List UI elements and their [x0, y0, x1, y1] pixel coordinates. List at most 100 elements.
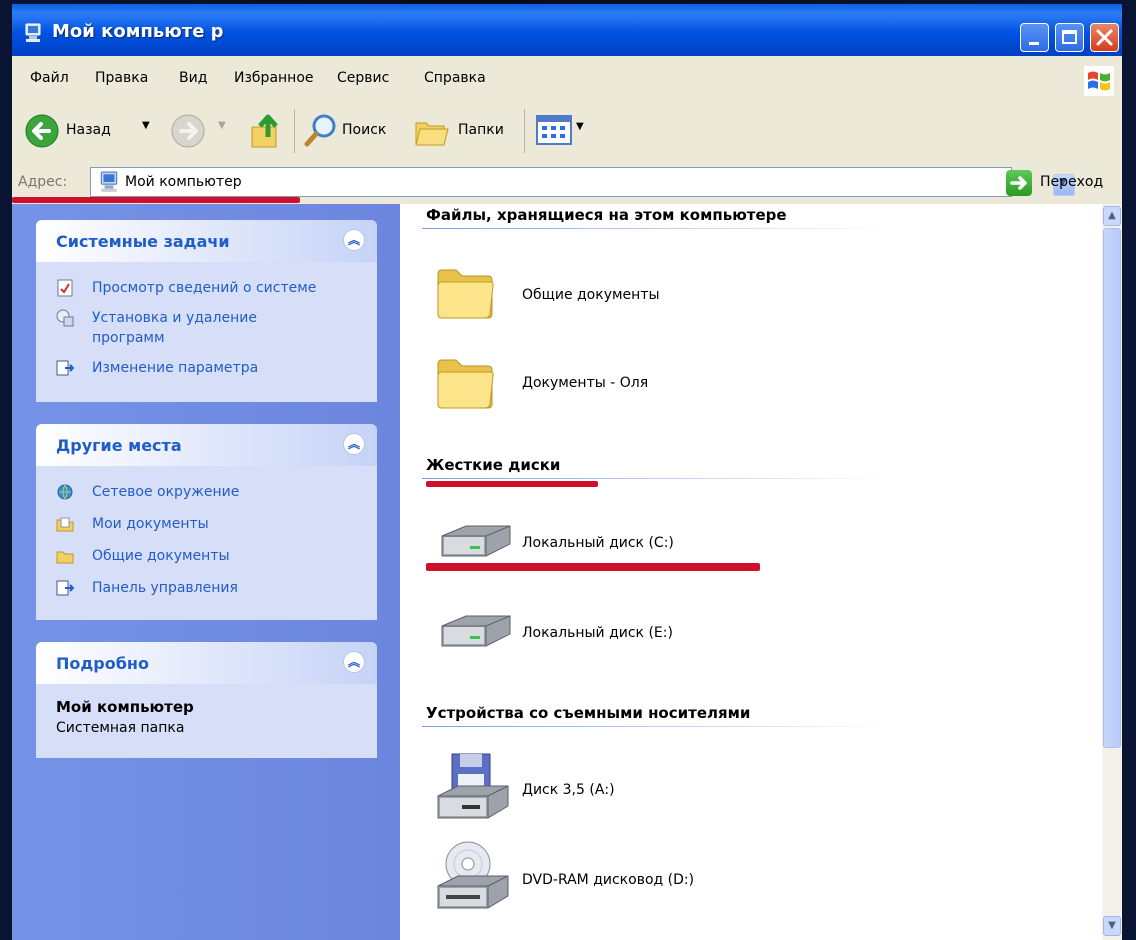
control-panel-icon: [56, 580, 74, 596]
collapse-chevron-icon[interactable]: ︽: [343, 651, 365, 673]
computer-icon: [100, 171, 118, 192]
panel-header[interactable]: Другие места ︽: [36, 424, 377, 466]
group-highlight-underline: [426, 481, 598, 487]
task-pane: Системные задачи ︽ Просмотр сведений о с…: [12, 204, 400, 940]
place-label: Общие документы: [92, 548, 230, 564]
group-divider: [422, 228, 892, 229]
menu-view[interactable]: Вид: [179, 70, 207, 86]
menu-file[interactable]: Файл: [30, 70, 69, 86]
item-label: Общие документы: [522, 287, 660, 303]
windows-logo-icon: [1084, 66, 1114, 96]
place-label: Мои документы: [92, 516, 209, 532]
close-button[interactable]: [1090, 23, 1119, 52]
details-name: Мой компьютер: [56, 698, 194, 716]
collapse-chevron-icon[interactable]: ︽: [343, 433, 365, 455]
scroll-down-button[interactable]: ▼: [1103, 916, 1121, 936]
panel-title: Другие места: [56, 436, 182, 455]
toolbar-separator: [294, 109, 295, 153]
details-panel: Подробно ︽ Мой компьютер Системная папка: [36, 642, 377, 758]
menu-bar: Файл Правка Вид Избранное Сервис Справка: [12, 56, 1122, 102]
details-type: Системная папка: [56, 720, 185, 736]
forward-arrow-icon: [171, 114, 205, 148]
computer-icon: [25, 23, 41, 42]
folder-icon: [437, 359, 494, 409]
address-field[interactable]: Мой компьютер ▼: [90, 167, 1075, 197]
back-dropdown-icon: ▼: [142, 120, 150, 131]
dvd-drive-icon: [437, 841, 509, 909]
views-dropdown-icon: ▼: [576, 121, 584, 132]
go-arrow-icon: [1006, 170, 1032, 196]
disk-highlight-underline: [426, 563, 760, 571]
task-label: Просмотр сведений о системе: [92, 280, 317, 296]
folder-icon: [437, 269, 494, 319]
place-label: Сетевое окружение: [92, 484, 240, 500]
address-highlight-underline: [12, 197, 300, 203]
folders-icon: [415, 122, 449, 146]
maximize-icon: [1062, 30, 1077, 44]
place-label: Панель управления: [92, 580, 238, 596]
menu-help[interactable]: Справка: [424, 70, 486, 86]
item-label: Локальный диск (E:): [522, 625, 673, 641]
system-info-icon: [57, 279, 73, 297]
forward-button[interactable]: ▼: [170, 111, 238, 151]
group-header-removable: Устройства со съемными носителями: [426, 704, 751, 722]
window-title: Мой компьюте р: [52, 21, 224, 42]
forward-dropdown-icon: ▼: [218, 120, 226, 131]
content-area: Файлы, хранящиеся на этом компьютере Общ…: [400, 204, 1102, 940]
panel-title: Системные задачи: [56, 232, 230, 251]
search-label: Поиск: [342, 122, 387, 138]
scroll-thumb[interactable]: [1103, 228, 1121, 748]
search-icon: [304, 114, 336, 147]
my-documents-icon: [56, 517, 74, 532]
back-label: Назад: [66, 122, 111, 138]
panel-title: Подробно: [56, 654, 149, 673]
system-tasks-panel: Системные задачи ︽ Просмотр сведений о с…: [36, 220, 377, 402]
back-arrow-icon: [25, 114, 59, 148]
collapse-chevron-icon[interactable]: ︽: [343, 229, 365, 251]
minimize-icon: [1029, 42, 1039, 45]
panel-header[interactable]: Системные задачи ︽: [36, 220, 377, 262]
close-icon: [1096, 29, 1113, 46]
up-folder-icon[interactable]: [248, 111, 286, 151]
change-setting-icon: [56, 360, 74, 376]
add-remove-programs-icon: [56, 309, 74, 327]
views-icon: [536, 115, 572, 145]
go-label: Переход: [1040, 174, 1104, 190]
views-button[interactable]: ▼: [536, 113, 592, 149]
maximize-button[interactable]: [1055, 23, 1084, 52]
folders-button[interactable]: Папки: [414, 111, 524, 151]
toolbar-separator: [524, 109, 525, 153]
toolbar: Назад ▼ ▼ Поиск Папки ▼: [12, 101, 1122, 164]
item-label: Диск 3,5 (А:): [522, 782, 615, 798]
network-icon: [57, 484, 73, 500]
scroll-up-button[interactable]: ▲: [1103, 206, 1121, 226]
back-button[interactable]: Назад ▼: [24, 111, 164, 151]
menu-favorites[interactable]: Избранное: [234, 70, 314, 86]
address-label: Адрес:: [18, 174, 68, 190]
folders-label: Папки: [458, 122, 504, 138]
floppy-drive-icon: [437, 753, 509, 819]
other-places-panel: Другие места ︽ Сетевое окружение Мои док…: [36, 424, 377, 620]
task-label: Изменение параметра: [92, 360, 259, 376]
item-label: DVD-RAM дисковод (D:): [522, 872, 695, 888]
title-bar[interactable]: Мой компьюте р: [12, 4, 1122, 56]
task-label-continuation: программ: [92, 330, 165, 346]
explorer-window: Мой компьюте р Файл Правка Вид Избранное…: [12, 4, 1122, 940]
hard-disk-icon: [441, 615, 511, 647]
task-label: Установка и удаление: [92, 310, 257, 326]
hard-disk-icon: [441, 525, 511, 557]
search-button[interactable]: Поиск: [304, 111, 404, 151]
item-label: Локальный диск (C:): [522, 535, 674, 551]
address-value: Мой компьютер: [125, 174, 242, 190]
group-header-hard-disks: Жесткие диски: [426, 456, 561, 474]
minimize-button[interactable]: [1020, 23, 1049, 52]
menu-edit[interactable]: Правка: [95, 70, 148, 86]
shared-documents-icon: [56, 551, 74, 564]
item-label: Документы - Оля: [522, 375, 649, 391]
group-divider: [422, 478, 892, 479]
group-header-files: Файлы, хранящиеся на этом компьютере: [426, 206, 787, 224]
menu-tools[interactable]: Сервис: [337, 70, 389, 86]
vertical-scrollbar[interactable]: ▲ ▼: [1102, 204, 1122, 940]
group-divider: [422, 726, 892, 727]
panel-header[interactable]: Подробно ︽: [36, 642, 377, 684]
